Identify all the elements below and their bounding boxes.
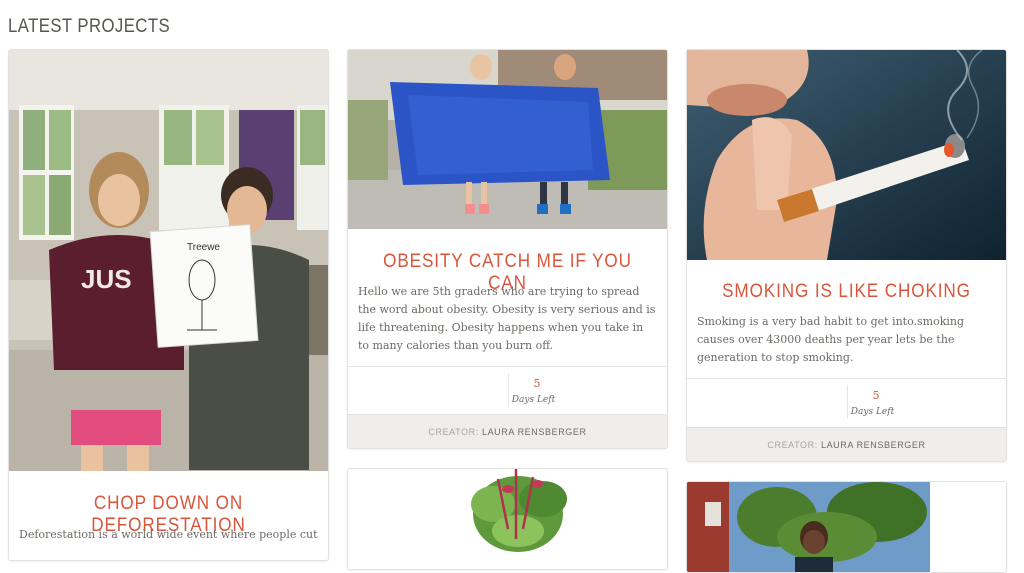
project-creator: CREATOR: LAURA RENSBERGER	[348, 414, 667, 448]
project-stats: 5 Days Left	[687, 378, 1006, 427]
project-card-plant[interactable]	[347, 468, 668, 570]
project-stats: 5 Days Left	[348, 366, 667, 415]
project-title[interactable]: SMOKING IS LIKE CHOKING	[703, 281, 990, 303]
project-card-obesity[interactable]: OBESITY CATCH ME IF YOU CAN Hello we are…	[347, 49, 668, 449]
project-image[interactable]: JUS Treewe	[9, 50, 328, 471]
project-image[interactable]	[348, 469, 667, 569]
creator-label: CREATOR:	[767, 440, 818, 450]
project-creator: CREATOR: LAURA RENSBERGER	[687, 427, 1006, 461]
days-left-label: Days Left	[850, 407, 895, 417]
project-image[interactable]	[687, 482, 1006, 572]
project-image[interactable]	[348, 50, 667, 229]
project-description: Deforestation is a world wide event wher…	[19, 528, 318, 541]
creator-label: CREATOR:	[428, 427, 479, 437]
project-description: Hello we are 5th graders who are trying …	[358, 285, 656, 352]
project-card-outdoor[interactable]	[686, 481, 1007, 573]
days-left-label: Days Left	[511, 395, 556, 405]
project-card-deforestation[interactable]: JUS Treewe CHOP DOWN ON DEFORESTATION De…	[8, 49, 329, 561]
stats-divider	[846, 385, 848, 419]
drawing-text: Treewe	[187, 242, 220, 253]
stats-divider	[507, 373, 509, 407]
svg-text:JUS: JUS	[81, 264, 132, 294]
project-description: Smoking is a very bad habit to get into.…	[697, 315, 965, 364]
creator-name[interactable]: LAURA RENSBERGER	[821, 440, 926, 450]
creator-name[interactable]: LAURA RENSBERGER	[482, 427, 587, 437]
project-image[interactable]	[687, 50, 1006, 260]
section-title: LATEST PROJECTS	[8, 16, 171, 37]
project-card-smoking[interactable]: SMOKING IS LIKE CHOKING Smoking is a ver…	[686, 49, 1007, 462]
